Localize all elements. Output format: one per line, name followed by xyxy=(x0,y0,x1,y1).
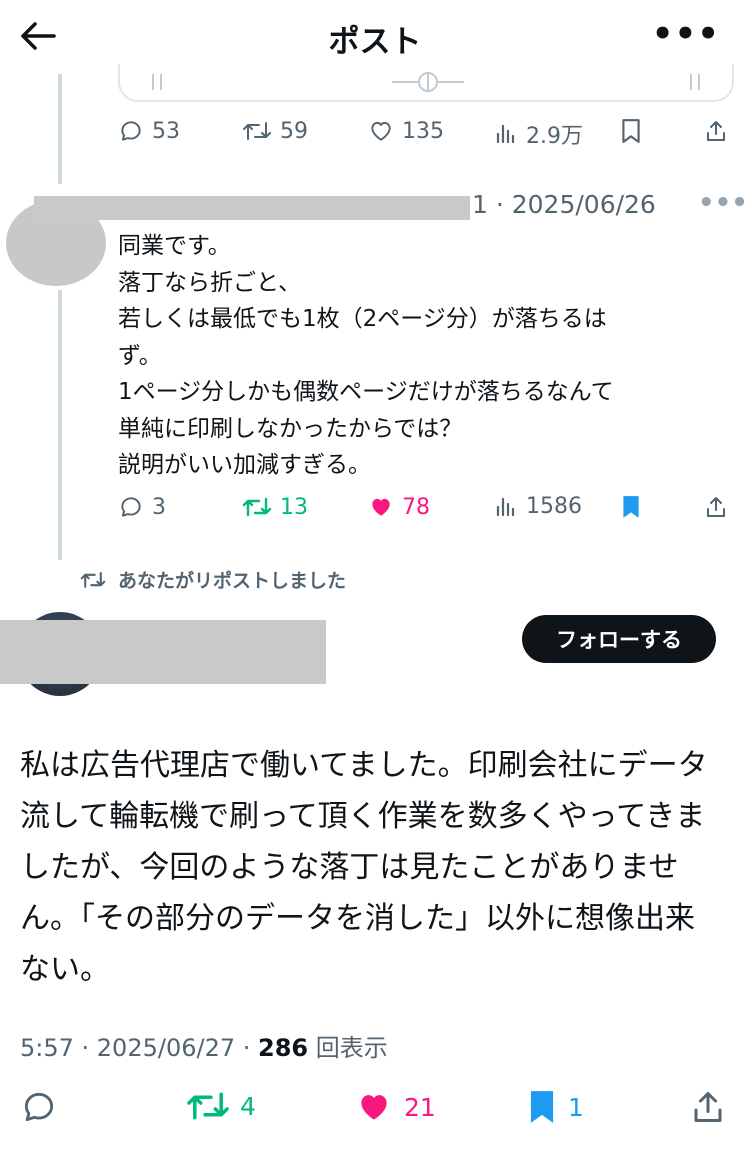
post-meta: 5:57 · 2025/06/27 · 286 回表示 xyxy=(20,1028,388,1063)
top-bar: ポスト ••• xyxy=(0,0,750,74)
reply-button[interactable] xyxy=(20,1088,58,1126)
bookmark-icon xyxy=(530,1091,554,1123)
redacted-author-name xyxy=(0,620,326,684)
reply-button[interactable]: 53 xyxy=(118,118,180,144)
like-count: 78 xyxy=(402,494,430,520)
reply-icon xyxy=(121,497,141,517)
reply-actions: 3 13 78 1586 xyxy=(0,494,750,530)
views-button[interactable]: 1586 xyxy=(494,494,582,519)
redacted-author-name xyxy=(34,196,470,220)
repost-count: 59 xyxy=(280,118,308,144)
bookmark-button[interactable] xyxy=(620,118,642,144)
like-count: 21 xyxy=(404,1092,436,1122)
views-count: 2.9万 xyxy=(526,124,583,149)
reply-icon xyxy=(24,1092,54,1122)
repost-icon xyxy=(80,571,106,588)
post-text: 私は広告代理店で働いてました。印刷会社にデータ 流して輪転機で刷って頂く作業を数… xyxy=(20,748,708,987)
media-preview-bottom[interactable] xyxy=(118,64,734,102)
heart-icon xyxy=(371,121,391,141)
bookmark-button[interactable]: 1 xyxy=(526,1088,584,1126)
share-button[interactable] xyxy=(704,118,728,144)
parent-post-actions: 53 59 135 2.9万 xyxy=(0,116,750,152)
heart-icon xyxy=(361,1095,387,1120)
repost-note-text: あなたがリポストしました xyxy=(118,570,347,592)
views-icon xyxy=(496,497,515,516)
repost-icon xyxy=(187,1092,229,1120)
reply-count: 3 xyxy=(152,494,166,520)
share-button[interactable] xyxy=(690,1088,726,1126)
bookmark-button[interactable] xyxy=(620,494,642,520)
reply-icon xyxy=(121,121,141,141)
repost-button[interactable]: 13 xyxy=(242,494,308,520)
follow-button[interactable]: フォローする xyxy=(522,615,716,663)
share-icon xyxy=(707,497,725,517)
page-title: ポスト xyxy=(328,24,422,60)
views-label: 回表示 xyxy=(308,1034,388,1062)
views-button[interactable]: 2.9万 xyxy=(494,118,583,150)
more-options-icon[interactable]: ••• xyxy=(652,14,720,54)
heart-icon xyxy=(372,498,390,516)
repost-count: 4 xyxy=(240,1091,256,1121)
share-button[interactable] xyxy=(704,494,728,520)
repost-icon xyxy=(243,122,271,140)
reply-text: 同業です。 落丁なら折ごと、 若しくは最低でも1枚（2ページ分）が落ちるは ず。… xyxy=(118,233,614,478)
like-button[interactable]: 135 xyxy=(368,118,444,144)
more-options-icon[interactable]: ••• xyxy=(698,188,748,218)
post-date: 1 · 2025/06/26 xyxy=(472,190,656,219)
views-count: 1586 xyxy=(526,494,582,519)
repost-icon xyxy=(242,497,272,517)
reply-count: 53 xyxy=(152,118,180,144)
bookmark-icon xyxy=(623,496,639,518)
like-button[interactable]: 78 xyxy=(368,494,430,520)
like-count: 135 xyxy=(402,118,444,144)
post-timestamp: 5:57 · 2025/06/27 · xyxy=(20,1034,258,1062)
bookmark-icon xyxy=(622,119,640,143)
share-icon xyxy=(694,1092,722,1122)
repost-indicator[interactable]: あなたがリポストしました xyxy=(80,566,346,593)
repost-count: 13 xyxy=(280,494,308,520)
views-icon xyxy=(496,124,515,144)
like-button[interactable]: 21 xyxy=(354,1088,436,1126)
share-icon xyxy=(707,121,725,141)
reply-button[interactable]: 3 xyxy=(118,494,166,520)
bookmark-count: 1 xyxy=(568,1092,584,1122)
repost-button[interactable]: 59 xyxy=(242,118,308,144)
views-count: 286 xyxy=(258,1034,309,1062)
repost-button[interactable]: 4 xyxy=(186,1088,256,1124)
